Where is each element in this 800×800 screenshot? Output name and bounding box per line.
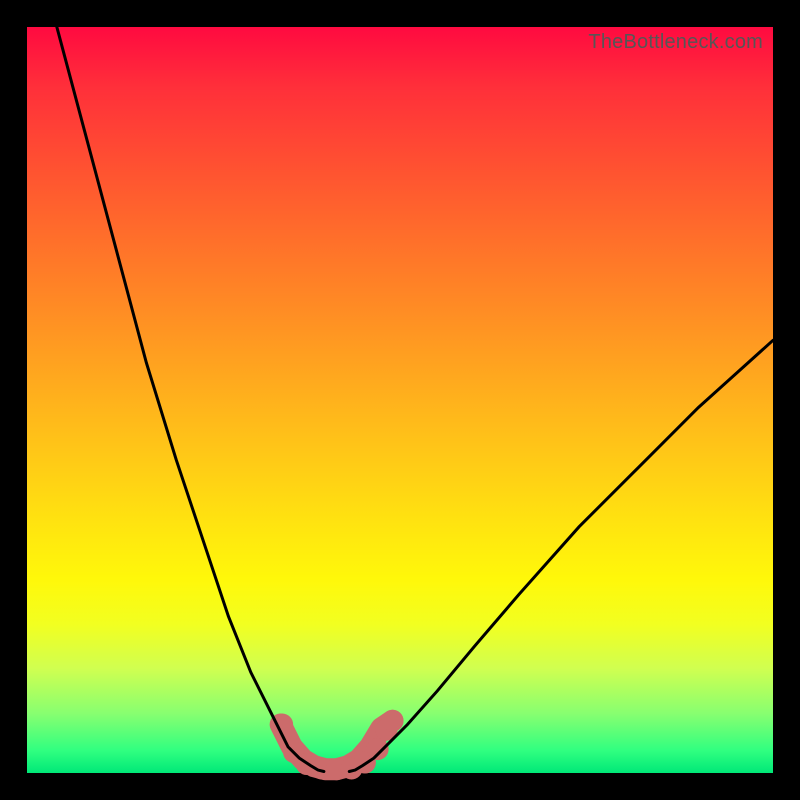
left-curve: [57, 27, 324, 772]
right-curve: [349, 340, 773, 771]
marker-dot: [382, 710, 404, 732]
marker-dot: [367, 738, 389, 760]
plot-area: TheBottleneck.com: [27, 27, 773, 773]
valley-markers: [271, 710, 403, 780]
chart-frame: TheBottleneck.com: [0, 0, 800, 800]
chart-svg: [27, 27, 773, 773]
bottleneck-curves: [57, 27, 773, 772]
